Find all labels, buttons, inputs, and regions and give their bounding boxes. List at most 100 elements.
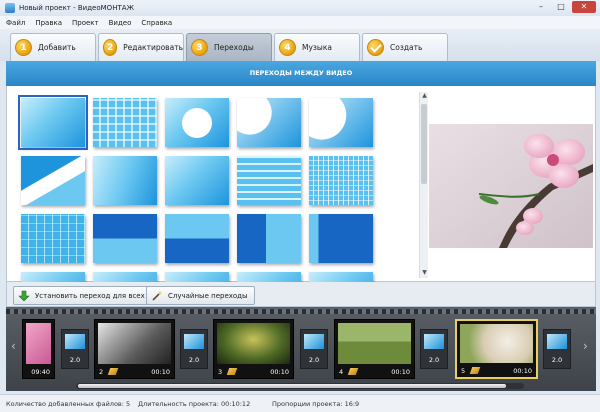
transition-preview xyxy=(304,334,324,349)
transition-thumb[interactable] xyxy=(165,156,229,205)
menu-video[interactable]: Видео xyxy=(109,19,132,27)
transition-preview xyxy=(424,334,444,349)
transition-thumb[interactable] xyxy=(237,272,301,282)
transition-thumb[interactable] xyxy=(21,272,85,282)
timeline-right-arrow-icon[interactable]: › xyxy=(583,339,588,353)
clip-number: 2 xyxy=(99,368,104,376)
transition-thumb[interactable] xyxy=(21,156,85,205)
step-2-icon: 2 xyxy=(103,39,118,56)
transition-preview xyxy=(547,334,567,349)
grid-scrollbar[interactable]: ▲ ▼ xyxy=(419,92,428,278)
checkmark-icon xyxy=(367,39,384,56)
transition-thumb[interactable] xyxy=(309,98,373,147)
step-4-icon: 4 xyxy=(279,39,296,56)
transition-thumb[interactable] xyxy=(93,214,157,263)
menu-help[interactable]: Справка xyxy=(141,19,172,27)
maximize-button[interactable]: □ xyxy=(552,1,570,13)
transition-thumb[interactable] xyxy=(93,156,157,205)
action-bar: Установить переход для всех Случайные пе… xyxy=(6,282,596,307)
transition-thumb[interactable] xyxy=(165,272,229,282)
down-arrow-icon xyxy=(18,290,30,301)
timeline-clip-selected[interactable]: 5 00:10 xyxy=(455,319,538,379)
tab-edit[interactable]: 2 Редактировать xyxy=(98,33,184,61)
tab-create-label: Создать xyxy=(390,43,423,52)
status-bar: Количество добавленных файлов: 5 Длитель… xyxy=(0,394,600,412)
status-project-duration: Длительность проекта: 00:10:12 xyxy=(138,399,251,408)
transition-duration: 2.0 xyxy=(308,356,320,364)
wizard-tabs: 1 Добавить 2 Редактировать 3 Переходы 4 … xyxy=(0,29,600,61)
transition-thumb[interactable] xyxy=(93,272,157,282)
close-button[interactable]: ✕ xyxy=(572,1,596,13)
transition-thumb[interactable] xyxy=(309,156,373,205)
set-transition-all-label: Установить переход для всех xyxy=(35,291,145,300)
transition-thumb[interactable] xyxy=(93,98,157,147)
transition-thumb[interactable] xyxy=(237,98,301,147)
clip-thumbnail xyxy=(26,323,51,364)
transition-slot[interactable]: 2.0 xyxy=(180,329,208,369)
menu-edit[interactable]: Правка xyxy=(35,19,62,27)
tab-transitions[interactable]: 3 Переходы xyxy=(186,33,272,61)
scroll-down-icon[interactable]: ▼ xyxy=(420,269,429,278)
clip-thumbnail xyxy=(217,323,290,364)
tab-music[interactable]: 4 Музыка xyxy=(274,33,360,61)
clip-duration: 00:10 xyxy=(513,367,532,375)
tab-create[interactable]: Создать xyxy=(362,33,448,61)
transition-slot[interactable]: 2.0 xyxy=(543,329,571,369)
pencil-icon[interactable] xyxy=(107,368,119,375)
transition-thumb[interactable] xyxy=(309,272,373,282)
set-transition-all-button[interactable]: Установить переход для всех xyxy=(13,286,152,305)
transition-slot[interactable]: 2.0 xyxy=(420,329,448,369)
timeline-scrollbar[interactable] xyxy=(76,383,524,389)
pencil-icon[interactable] xyxy=(347,368,359,375)
pencil-icon[interactable] xyxy=(226,368,238,375)
pencil-icon[interactable] xyxy=(469,367,481,374)
transition-thumb[interactable] xyxy=(165,214,229,263)
transition-thumb[interactable] xyxy=(18,95,88,150)
transition-thumb[interactable] xyxy=(237,214,301,263)
menu-file[interactable]: Файл xyxy=(6,19,25,27)
window-title: Новый проект - ВидеоМОНТАЖ xyxy=(19,4,135,12)
timeline-scroll-thumb[interactable] xyxy=(78,384,506,388)
clip-number: 5 xyxy=(461,367,466,375)
transition-duration: 2.0 xyxy=(69,356,81,364)
clip-duration: 00:10 xyxy=(270,368,289,376)
tab-add[interactable]: 1 Добавить xyxy=(10,33,96,61)
transition-thumb[interactable] xyxy=(21,214,85,263)
tab-music-label: Музыка xyxy=(302,43,332,52)
transition-thumb[interactable] xyxy=(237,156,301,205)
scroll-thumb[interactable] xyxy=(421,104,427,184)
tab-edit-label: Редактировать xyxy=(123,43,183,52)
clip-number: 3 xyxy=(218,368,223,376)
app-icon xyxy=(5,3,15,13)
status-aspect-ratio: Пропорции проекта: 16:9 xyxy=(272,399,360,408)
preview-image xyxy=(429,124,593,248)
film-perforation xyxy=(6,309,596,314)
timeline-clip[interactable]: 3 00:10 xyxy=(213,319,294,379)
clip-duration: 00:10 xyxy=(151,368,170,376)
clip-thumbnail xyxy=(98,323,171,364)
transition-slot[interactable]: 2.0 xyxy=(300,329,328,369)
scroll-up-icon[interactable]: ▲ xyxy=(420,92,429,101)
tab-add-label: Добавить xyxy=(38,43,76,52)
transition-slot[interactable]: 2.0 xyxy=(61,329,89,369)
random-transitions-button[interactable]: Случайные переходы xyxy=(146,286,255,305)
menu-project[interactable]: Проект xyxy=(72,19,99,27)
timeline-left-arrow-icon[interactable]: ‹ xyxy=(11,339,16,353)
transition-thumb[interactable] xyxy=(165,98,229,147)
menu-bar: Файл Правка Проект Видео Справка xyxy=(0,16,600,29)
transition-duration: 2.0 xyxy=(551,356,563,364)
transition-duration: 2.0 xyxy=(428,356,440,364)
timeline-clip[interactable]: 2 00:10 xyxy=(94,319,175,379)
transition-thumb[interactable] xyxy=(309,214,373,263)
clip-thumbnail xyxy=(460,324,533,363)
status-files-count: Количество добавленных файлов: 5 xyxy=(6,399,131,408)
timeline-clip[interactable]: 4 00:10 xyxy=(334,319,415,379)
clip-duration: 00:10 xyxy=(391,368,410,376)
transitions-panel: ▲ ▼ xyxy=(6,86,596,282)
minimize-button[interactable]: – xyxy=(532,1,550,13)
magic-wand-icon xyxy=(152,290,162,301)
step-3-icon: 3 xyxy=(191,39,208,56)
step-1-icon: 1 xyxy=(15,39,32,56)
timeline-clip[interactable]: 09:40 xyxy=(22,319,55,379)
random-transitions-label: Случайные переходы xyxy=(168,291,248,300)
